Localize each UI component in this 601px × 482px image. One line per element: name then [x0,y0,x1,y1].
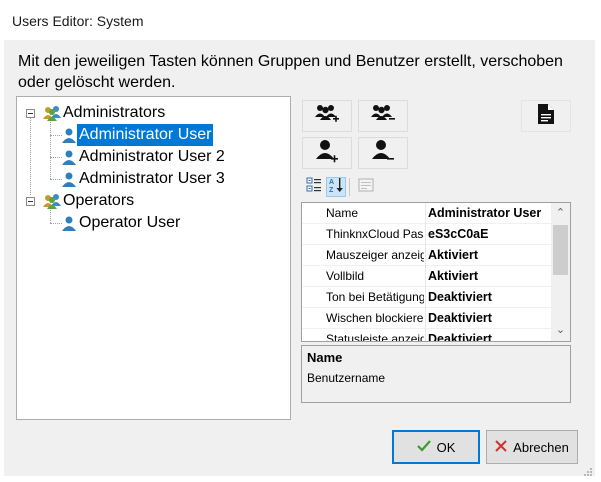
property-column-divider [425,329,426,341]
property-value[interactable]: Deaktiviert [428,287,550,308]
property-row[interactable]: ThinknxCloud Passwort eS3cC0aE [302,224,551,245]
property-column-divider [425,203,426,224]
property-name: Statusleiste anzeigen [326,332,424,342]
add-user-button[interactable] [302,137,352,169]
property-column-divider [425,224,426,245]
property-value[interactable]: Aktiviert [428,266,550,287]
group-icon [43,105,61,121]
collapse-administrators-toggle[interactable] [26,109,35,118]
tree-user-label: Administrator User 3 [79,170,225,187]
remove-group-button[interactable] [358,100,408,132]
collapse-operators-toggle[interactable] [26,197,35,206]
window-title: Users Editor: System [12,13,144,29]
remove-user-button[interactable] [358,137,408,169]
categorized-button[interactable] [304,177,324,197]
tree-user-operator-user[interactable]: Operator User [61,212,182,234]
tree-group-label: Administrators [63,104,166,121]
user-icon [61,171,77,187]
property-row[interactable]: Wischen blockieren Deaktiviert [302,308,551,329]
title-bar[interactable]: Users Editor: System [0,0,601,40]
property-value[interactable]: Aktiviert [428,245,550,266]
tree-user-administrator-user-3[interactable]: Administrator User 3 [61,168,227,190]
tree-group-label: Operators [63,192,135,209]
description-title: Name [307,350,343,365]
user-icon [61,215,77,231]
description-text: Benutzername [307,371,386,385]
property-value[interactable]: Deaktiviert [428,308,550,329]
users-tree[interactable]: Administrators Administrator User Admini… [16,96,291,420]
property-name: ThinknxCloud Passwort [326,227,424,241]
property-description-pane: Name Benutzername [301,345,571,403]
property-row[interactable]: Vollbild Aktiviert [302,266,551,287]
property-column-divider [425,287,426,308]
remove-group-icon [370,103,396,130]
property-column-divider [425,266,426,287]
property-row[interactable]: Ton bei Betätigung Deaktiviert [302,287,551,308]
add-group-icon [314,103,340,130]
cancel-button[interactable]: Abrechen [486,430,578,464]
sort-alphabetical-button[interactable]: A Z [326,177,346,197]
svg-text:Z: Z [329,187,334,193]
add-user-icon [315,139,339,168]
user-icon [61,127,77,143]
property-grid-scrollbar[interactable]: ⌃ ⌄ [551,203,570,341]
dialog-body: Mit den jeweiligen Tasten können Gruppen… [4,40,595,476]
property-pages-icon [358,177,374,198]
sort-alphabetical-icon: A Z [328,177,344,198]
checkmark-icon [416,439,431,455]
cancel-button-label: Abrechen [513,439,569,455]
ok-button[interactable]: OK [392,430,480,464]
tree-user-label: Administrator User 2 [79,148,225,165]
property-name: Vollbild [326,269,365,283]
property-pages-button[interactable] [356,177,376,197]
property-name: Name [326,206,359,220]
instruction-text: Mit den jeweiligen Tasten können Gruppen… [18,53,563,91]
tree-group-administrators[interactable]: Administrators [43,102,167,124]
remove-user-icon [371,139,395,168]
scroll-down-icon[interactable]: ⌄ [555,323,566,337]
add-group-button[interactable] [302,100,352,132]
property-column-divider [425,245,426,266]
property-column-divider [425,308,426,329]
property-name: Ton bei Betätigung [326,290,424,304]
scroll-thumb[interactable] [553,225,568,275]
tree-group-operators[interactable]: Operators [43,190,136,212]
users-editor-window: Users Editor: System Mit den jeweiligen … [0,0,601,481]
document-icon [538,103,554,129]
tree-user-administrator-user[interactable]: Administrator User [61,124,214,146]
scroll-up-icon[interactable]: ⌃ [555,206,566,220]
property-name: Mauszeiger anzeigen [326,248,424,262]
categorized-icon [306,177,322,198]
property-row[interactable]: Mauszeiger anzeigen Aktiviert [302,245,551,266]
property-grid[interactable]: NameAdministrator UserThinknxCloud Passw… [301,202,571,342]
resize-grip-icon[interactable] [583,464,593,476]
property-row[interactable]: Statusleiste anzeigen Deaktiviert [302,329,551,342]
property-name: Wischen blockieren [326,311,424,325]
close-icon [495,439,507,455]
toolbar-separator [349,178,350,196]
tree-user-label: Administrator User [77,124,214,146]
user-icon [61,149,77,165]
tree-user-administrator-user-2[interactable]: Administrator User 2 [61,146,227,168]
document-button[interactable] [521,100,571,132]
group-icon [43,193,61,209]
property-value[interactable]: Administrator User [428,203,550,224]
property-value[interactable]: eS3cC0aE [428,224,550,245]
property-value[interactable]: Deaktiviert [428,329,550,341]
tree-user-label: Operator User [79,214,181,231]
property-row[interactable]: Name Administrator User [302,203,551,224]
ok-button-label: OK [436,439,456,455]
svg-text:A: A [329,179,334,186]
